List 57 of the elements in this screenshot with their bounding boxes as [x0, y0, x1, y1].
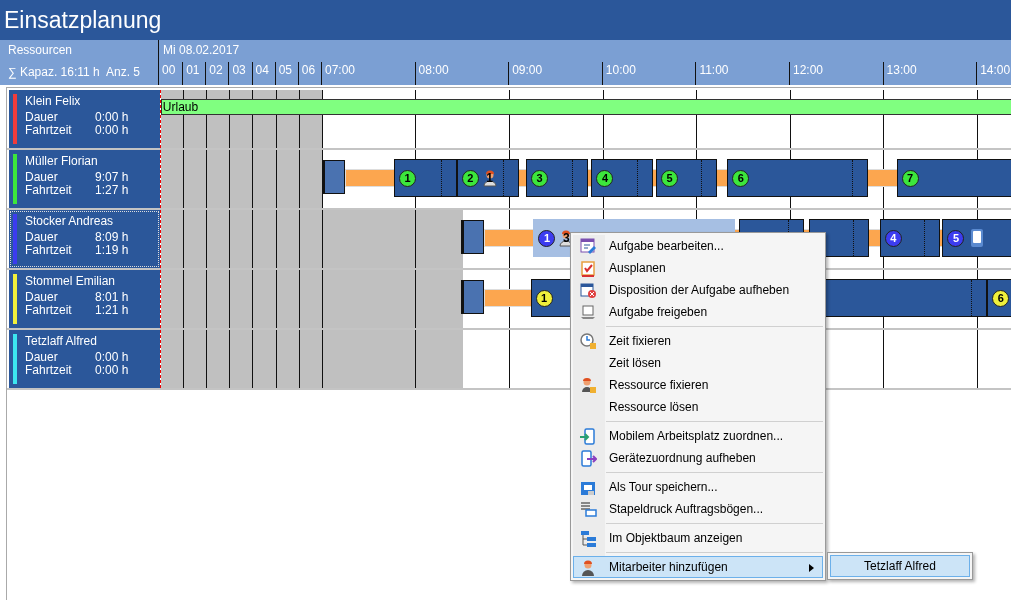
duration-value: 0:00 h	[95, 351, 129, 364]
hour-label: 10:00	[601, 62, 636, 85]
task-number-badge: 1	[535, 289, 553, 307]
duration-label: Dauer	[25, 231, 59, 244]
travel-time-value: 1:27 h	[95, 184, 129, 197]
resources-heading: Ressourcen	[8, 43, 74, 57]
hour-label: 02	[205, 62, 223, 85]
hour-label: 06	[297, 62, 316, 85]
task-number-badge: 5	[661, 169, 679, 187]
duration-value: 9:07 h	[95, 171, 129, 184]
travel-time-value: 0:00 h	[95, 124, 129, 137]
resource-count: Anz. 5	[105, 65, 140, 79]
hour-label: 12:00	[789, 62, 824, 85]
travel-time-label: Fahrtzeit	[25, 184, 73, 197]
duration-label: Dauer	[25, 171, 59, 184]
resource-name: Tetzlaff Alfred	[25, 334, 98, 348]
duration-label: Dauer	[25, 351, 59, 364]
resource-name: Stommel Emilian	[25, 274, 117, 288]
travel-time-label: Fahrtzeit	[25, 364, 73, 377]
duration-label: Dauer	[25, 111, 59, 124]
hour-label: 09:00	[508, 62, 543, 85]
hour-label: 08:00	[414, 62, 449, 85]
window-title: Einsatzplanung	[0, 0, 1011, 40]
task-number-badge: 2	[461, 169, 479, 187]
travel-time-value: 1:21 h	[95, 304, 129, 317]
travel-time-label: Fahrtzeit	[25, 124, 73, 137]
travel-time-value: 1:19 h	[95, 244, 129, 257]
task-number-badge: 6	[992, 289, 1010, 307]
duration-label: Dauer	[25, 291, 59, 304]
duration-value: 8:09 h	[95, 231, 129, 244]
duration-value: 8:01 h	[95, 291, 129, 304]
hour-label: 04	[251, 62, 269, 85]
travel-time-value: 0:00 h	[95, 364, 129, 377]
hour-label: 03	[228, 62, 246, 85]
task-number-badge: 4	[884, 229, 902, 247]
duration-value: 0:00 h	[95, 111, 129, 124]
hour-label: 05	[274, 62, 293, 85]
travel-time-label: Fahrtzeit	[25, 304, 73, 317]
task-number-badge: 5	[947, 229, 965, 247]
resource-name: Klein Felix	[25, 94, 82, 108]
hour-label: 01	[182, 62, 200, 85]
resource-name: Müller Florian	[25, 154, 99, 168]
hour-label: 13:00	[882, 62, 917, 85]
task-number-badge: 7	[901, 169, 919, 187]
hour-label: 07:00	[320, 62, 355, 85]
task-number-badge: 1	[399, 169, 416, 187]
hour-label: 00	[158, 62, 176, 85]
resource-name: Stocker Andreas	[25, 214, 115, 228]
date-label: Mi 08.02.2017	[163, 43, 240, 57]
task-number-badge: 6	[732, 169, 750, 187]
capacity-total: ∑ Kapaz. 16:11 h	[8, 65, 100, 79]
task-number-badge: 1	[538, 229, 556, 247]
travel-time-label: Fahrtzeit	[25, 244, 73, 257]
hour-label: 14:00	[976, 62, 1011, 85]
task-number-badge: 3	[530, 169, 548, 187]
hour-label: 11:00	[695, 62, 729, 85]
task-number-badge: 4	[596, 169, 614, 187]
